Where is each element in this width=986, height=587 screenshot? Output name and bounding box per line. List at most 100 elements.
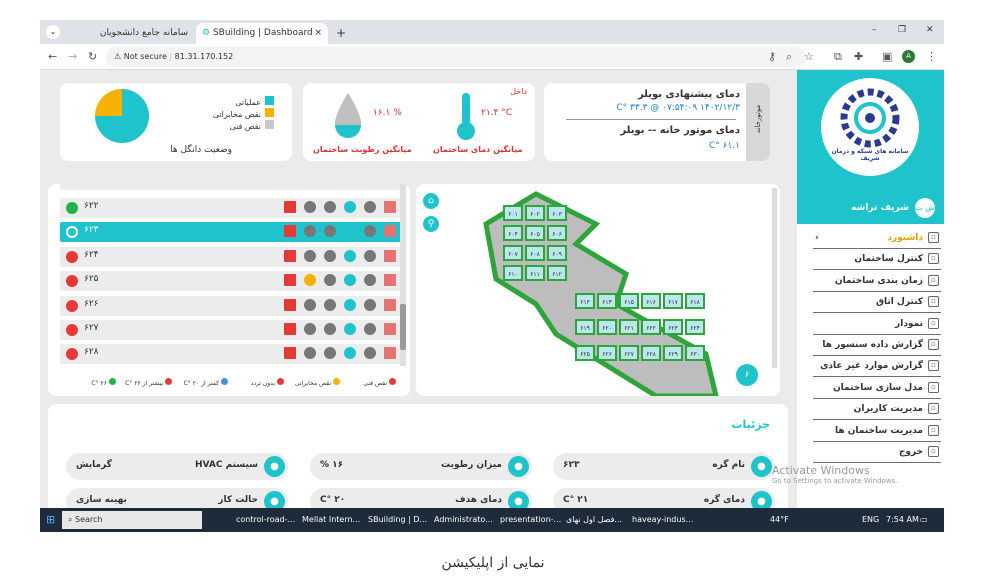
- sidebar-item-2[interactable]: کنترل ساختمان ▫: [813, 249, 941, 271]
- sidebar-item-11[interactable]: خروج ▫: [813, 442, 941, 463]
- profile-avatar[interactable]: A: [902, 50, 915, 63]
- weather[interactable]: 44°F: [770, 513, 789, 527]
- room-row-1[interactable]: ۶۲۲: [60, 198, 404, 218]
- home-icon[interactable]: ⌂: [423, 193, 439, 209]
- edit-icon[interactable]: [344, 249, 356, 262]
- taskbar-app-4[interactable]: Administrato...: [434, 513, 496, 527]
- alert-icon[interactable]: [304, 298, 316, 311]
- user-avatar[interactable]: ش ت: [915, 198, 935, 218]
- sidebar-item-3[interactable]: زمان بندی ساختمان ▫: [813, 271, 941, 292]
- bar-chart-icon[interactable]: [384, 298, 396, 311]
- target-icon[interactable]: [324, 274, 336, 287]
- bar-chart-icon[interactable]: [384, 201, 396, 213]
- lang-indicator[interactable]: ENG: [862, 513, 879, 527]
- bar-chart-icon[interactable]: [384, 249, 396, 262]
- collapse-chevron-icon[interactable]: ‹: [815, 228, 819, 248]
- sidebar-item-8[interactable]: مدل سازی ساختمان ▫: [813, 378, 941, 399]
- puzzle-icon[interactable]: ✚: [854, 49, 863, 65]
- room-row-5[interactable]: ۶۲۶: [60, 295, 404, 316]
- stop-icon[interactable]: [284, 298, 296, 311]
- alert-icon[interactable]: [304, 347, 316, 360]
- list-scrollbar[interactable]: [400, 184, 406, 366]
- alert-icon[interactable]: [304, 323, 316, 335]
- room-row-7[interactable]: ۶۲۸: [60, 344, 404, 365]
- stop-icon[interactable]: [284, 274, 296, 287]
- close-tab-icon[interactable]: ×: [314, 23, 322, 44]
- sidebar-item-7[interactable]: گزارش موارد غیر عادی ▫: [813, 356, 941, 378]
- taskbar-app-1[interactable]: control-road-...: [236, 513, 298, 527]
- sidebar-item-4[interactable]: کنترل اتاق ▫: [813, 292, 941, 314]
- maximize-button[interactable]: ❐: [898, 25, 906, 35]
- tab-sbuilding-dashboard[interactable]: ⚙ SBuilding | Dashboard ×: [196, 23, 328, 44]
- extension-icon[interactable]: ⧉: [834, 49, 842, 65]
- stop-icon[interactable]: [284, 323, 296, 335]
- trash-icon[interactable]: [364, 323, 376, 335]
- trash-icon[interactable]: [364, 249, 376, 262]
- edit-icon[interactable]: [344, 225, 356, 238]
- sidebar-item-9[interactable]: مدیریت کاربران ▫: [813, 399, 941, 421]
- taskbar-app-5[interactable]: presentation-...: [500, 513, 562, 527]
- target-icon[interactable]: [324, 225, 336, 238]
- forward-icon[interactable]: →: [68, 49, 77, 65]
- target-icon[interactable]: [324, 249, 336, 262]
- alert-icon[interactable]: [304, 274, 316, 287]
- zoom-icon[interactable]: ⌕: [786, 49, 792, 65]
- trash-icon[interactable]: [364, 298, 376, 311]
- target-icon[interactable]: [324, 323, 336, 335]
- new-tab-button[interactable]: +: [330, 23, 348, 44]
- location-pin-icon[interactable]: ⚲: [423, 216, 439, 232]
- trash-icon[interactable]: [364, 347, 376, 360]
- clock[interactable]: 7:54 AM: [886, 513, 919, 527]
- bar-chart-icon[interactable]: [384, 347, 396, 360]
- address-bar[interactable]: ⚠ Not secure | 81.31.170.152: [106, 47, 806, 67]
- target-icon[interactable]: [324, 347, 336, 360]
- back-icon[interactable]: ←: [48, 49, 57, 65]
- sidebar-item-1[interactable]: داشبورد ▫ ‹: [813, 228, 941, 249]
- alert-icon[interactable]: [304, 225, 316, 238]
- sidebar-item-6[interactable]: گزارش داده سنسور ها ▫: [813, 335, 941, 356]
- bar-chart-icon[interactable]: [384, 225, 396, 238]
- stop-icon[interactable]: [284, 225, 296, 238]
- edit-icon[interactable]: [344, 347, 356, 360]
- trash-icon[interactable]: [364, 225, 376, 238]
- reload-icon[interactable]: ↻: [88, 49, 97, 65]
- taskbar-app-7[interactable]: haveay-indus...: [632, 513, 694, 527]
- alert-icon[interactable]: [304, 201, 316, 213]
- taskbar-app-2[interactable]: Mellat Intern...: [302, 513, 364, 527]
- menu-icon[interactable]: ⋮: [926, 49, 937, 65]
- taskbar-search[interactable]: ⌕ Search: [62, 511, 202, 529]
- edit-icon[interactable]: [344, 274, 356, 287]
- trash-icon[interactable]: [364, 274, 376, 287]
- target-icon[interactable]: [324, 201, 336, 213]
- floor-badge[interactable]: ۶: [736, 364, 758, 386]
- notification-icon[interactable]: ▭: [920, 513, 928, 527]
- edit-icon[interactable]: [344, 201, 356, 213]
- stop-icon[interactable]: [284, 347, 296, 360]
- bar-chart-icon[interactable]: [384, 274, 396, 287]
- edit-icon[interactable]: [344, 298, 356, 311]
- sidepanel-icon[interactable]: ▣: [882, 49, 892, 65]
- floor-scrollbar[interactable]: [772, 188, 777, 368]
- sidebar-item-10[interactable]: مدیریت ساختمان ها ▫: [813, 421, 941, 442]
- sidebar-item-5[interactable]: نمودار ▫: [813, 314, 941, 335]
- room-row-6[interactable]: ۶۲۷: [60, 320, 404, 340]
- close-window-button[interactable]: ✕: [926, 25, 934, 35]
- scroll-thumb[interactable]: [400, 304, 406, 350]
- trash-icon[interactable]: [364, 201, 376, 213]
- room-row-3[interactable]: ۶۲۴: [60, 246, 404, 267]
- stop-icon[interactable]: [284, 201, 296, 213]
- stop-icon[interactable]: [284, 249, 296, 262]
- room-row-2[interactable]: ۶۲۳: [60, 222, 404, 243]
- minimize-button[interactable]: –: [872, 25, 877, 35]
- key-icon[interactable]: ⚷: [768, 49, 776, 65]
- target-icon[interactable]: [324, 298, 336, 311]
- edit-icon[interactable]: [344, 323, 356, 335]
- bar-chart-icon[interactable]: [384, 323, 396, 335]
- star-icon[interactable]: ☆: [804, 49, 814, 65]
- alert-icon[interactable]: [304, 249, 316, 262]
- taskbar-app-3[interactable]: SBuilding | D...: [368, 513, 430, 527]
- taskbar-app-6[interactable]: فصل اول نهای...: [566, 513, 628, 527]
- windows-start-icon[interactable]: ⊞: [46, 513, 55, 527]
- tab-search-button[interactable]: ⌄: [46, 25, 60, 39]
- room-row-4[interactable]: ۶۲۵: [60, 271, 404, 292]
